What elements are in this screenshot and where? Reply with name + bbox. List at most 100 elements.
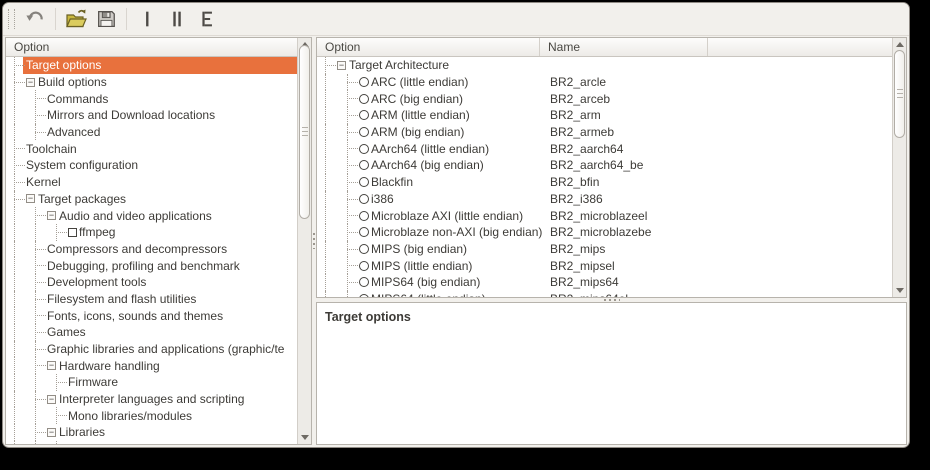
tree-item-label: ARC (big endian) — [371, 92, 463, 106]
tree-row[interactable]: ARC (little endian)BR2_arcle — [317, 74, 892, 91]
radio-icon[interactable] — [359, 211, 369, 221]
radio-icon[interactable] — [359, 277, 369, 287]
open-folder-icon — [64, 7, 88, 31]
tree-row[interactable]: Filesystem and flash utilities — [6, 291, 297, 308]
tree-row[interactable]: Graphic libraries and applications (grap… — [6, 341, 297, 358]
list-scrollbar-thumb[interactable] — [894, 50, 905, 138]
radio-icon[interactable] — [359, 127, 369, 137]
tree-row[interactable]: System configuration — [6, 157, 297, 174]
scroll-up-icon[interactable] — [896, 42, 904, 47]
tree-guide — [347, 249, 358, 251]
tree-row[interactable]: Compressors and decompressors — [6, 241, 297, 258]
radio-icon[interactable] — [359, 244, 369, 254]
tree-item-label: ffmpeg — [79, 225, 115, 239]
tree-row[interactable]: −Target Architecture — [317, 57, 892, 74]
back-button[interactable] — [20, 5, 50, 33]
radio-icon[interactable] — [359, 294, 369, 297]
tree-row[interactable]: AArch64 (big endian)BR2_aarch64_be — [317, 157, 892, 174]
tree-row[interactable]: i386BR2_i386 — [317, 191, 892, 208]
list-vertical-scrollbar[interactable] — [892, 38, 906, 297]
save-config-button[interactable] — [91, 5, 121, 33]
tree-row[interactable]: Microblaze non-AXI (big endian)BR2_micro… — [317, 224, 892, 241]
radio-icon[interactable] — [359, 194, 369, 204]
load-config-button[interactable] — [61, 5, 91, 33]
tree-row[interactable]: Advanced — [6, 124, 297, 141]
tree-guide — [35, 399, 46, 401]
list-column-headers[interactable]: Option Name — [317, 38, 892, 57]
checkbox-icon[interactable] — [68, 228, 77, 237]
split-view-button[interactable] — [162, 5, 192, 33]
tree-row[interactable]: MIPS64 (big endian)BR2_mips64 — [317, 274, 892, 291]
radio-icon[interactable] — [359, 94, 369, 104]
tree-guide — [347, 232, 358, 234]
tree-row[interactable]: −Hardware handling — [6, 357, 297, 374]
tree-row[interactable]: Games — [6, 324, 297, 341]
expander-icon[interactable]: − — [47, 428, 56, 437]
scroll-down-icon[interactable] — [301, 435, 309, 440]
radio-icon[interactable] — [359, 144, 369, 154]
tree-row[interactable]: AArch64 (little endian)BR2_aarch64 — [317, 140, 892, 157]
expander-icon[interactable]: − — [26, 78, 35, 87]
radio-icon[interactable] — [359, 227, 369, 237]
tree-row[interactable]: MIPS (little endian)BR2_mipsel — [317, 257, 892, 274]
tree-row[interactable]: Microblaze AXI (little endian)BR2_microb… — [317, 207, 892, 224]
expander-icon[interactable]: − — [47, 211, 56, 220]
tree-row[interactable]: ARC (big endian)BR2_arceb — [317, 90, 892, 107]
radio-icon[interactable] — [359, 160, 369, 170]
radio-icon[interactable] — [359, 177, 369, 187]
left-vertical-scrollbar[interactable] — [297, 38, 311, 444]
tree-row[interactable]: −Target packages — [6, 191, 297, 208]
tree-row[interactable]: Firmware — [6, 374, 297, 391]
tree-item-label: Graphic libraries and applications (grap… — [47, 342, 284, 356]
tree-row[interactable]: Audio/Sound — [6, 441, 297, 444]
tree-guide — [35, 407, 37, 424]
toolbar-drag-handle[interactable] — [8, 9, 15, 29]
tree-row[interactable]: −Audio and video applications — [6, 207, 297, 224]
tree-row[interactable]: Toolchain — [6, 140, 297, 157]
expander-icon[interactable]: − — [47, 395, 56, 404]
expander-icon[interactable]: − — [337, 61, 346, 70]
left-scrollbar-thumb[interactable] — [299, 45, 310, 219]
expander-icon[interactable]: − — [26, 194, 35, 203]
tree-row[interactable]: MIPS64 (little endian)BR2_mips64el — [317, 291, 892, 297]
tree-row[interactable]: Fonts, icons, sounds and themes — [6, 307, 297, 324]
tree-row[interactable]: MIPS (big endian)BR2_mips — [317, 241, 892, 258]
tree-row[interactable]: ARM (little endian) BR2_arm — [317, 107, 892, 124]
tree-row[interactable]: −Interpreter languages and scripting — [6, 391, 297, 408]
tree-item-label: ARM (big endian) — [371, 125, 464, 139]
tree-row[interactable]: Development tools — [6, 274, 297, 291]
expander-icon[interactable]: − — [47, 361, 56, 370]
tree-row[interactable]: Debugging, profiling and benchmark — [6, 257, 297, 274]
radio-icon[interactable] — [359, 261, 369, 271]
full-view-button[interactable] — [192, 5, 222, 33]
architecture-list: −Target ArchitectureARC (little endian)B… — [317, 57, 892, 297]
tree-row[interactable]: ARM (big endian)BR2_armeb — [317, 124, 892, 141]
tree-guide — [14, 441, 16, 444]
radio-icon[interactable] — [359, 77, 369, 87]
tree-guide — [325, 224, 327, 241]
tree-row[interactable]: Kernel — [6, 174, 297, 191]
tree-guide — [14, 341, 16, 358]
tree-guide — [325, 157, 327, 174]
tree-row[interactable]: Target options — [6, 57, 297, 74]
tree-item-label: Development tools — [47, 275, 146, 289]
tree-guide — [325, 291, 327, 297]
tree-row[interactable]: BlackfinBR2_bfin — [317, 174, 892, 191]
tree-item-label: MIPS64 (big endian) — [371, 275, 480, 289]
tree-item-label: Microblaze AXI (little endian) — [371, 209, 523, 223]
tree-guide — [14, 257, 16, 274]
left-column-header[interactable]: Option — [6, 38, 297, 57]
tree-row[interactable]: ffmpeg — [6, 224, 297, 241]
scroll-down-icon[interactable] — [896, 288, 904, 293]
tree-item-label: Fonts, icons, sounds and themes — [47, 309, 223, 323]
tree-guide — [56, 441, 58, 444]
tree-row[interactable]: Mirrors and Download locations — [6, 107, 297, 124]
tree-row[interactable]: −Libraries — [6, 424, 297, 441]
radio-icon[interactable] — [359, 110, 369, 120]
tree-row[interactable]: Mono libraries/modules — [6, 407, 297, 424]
tree-item-label: ARM (little endian) — [371, 108, 470, 122]
symbol-name: BR2_arm — [550, 107, 601, 124]
single-view-button[interactable] — [132, 5, 162, 33]
tree-row[interactable]: Commands — [6, 90, 297, 107]
tree-row[interactable]: −Build options — [6, 74, 297, 91]
